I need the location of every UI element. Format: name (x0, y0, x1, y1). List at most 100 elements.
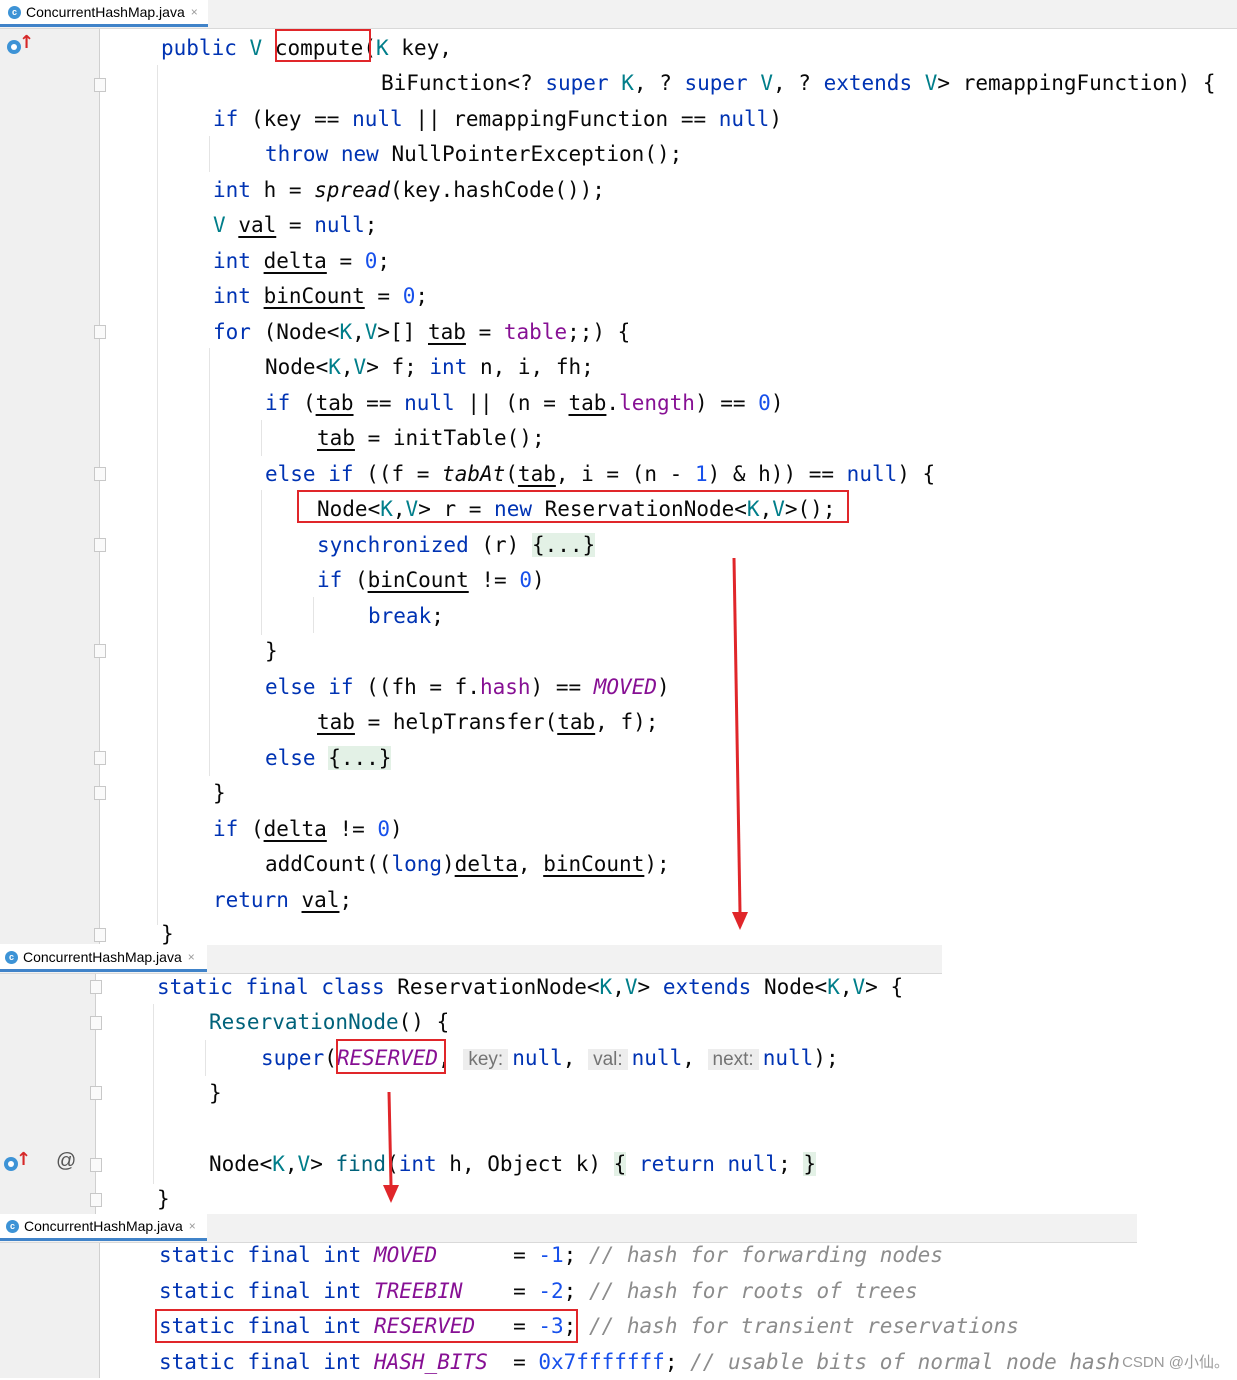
code-token: ; (563, 1279, 589, 1303)
code-token: static (159, 1350, 235, 1374)
code-token: V (249, 36, 263, 60)
fold-marker[interactable] (94, 78, 106, 92)
fold-marker[interactable] (94, 325, 106, 339)
highlight-box-reserved-constant (155, 1309, 578, 1343)
code-token: int (429, 355, 468, 379)
code-token: ) (770, 391, 784, 415)
code-token: = helpTransfer( (354, 710, 558, 734)
code-token: 0 (377, 817, 391, 841)
fold-marker[interactable] (90, 1086, 102, 1100)
fold-marker[interactable] (90, 1016, 102, 1030)
code-token: K (599, 975, 613, 999)
code-token: super (684, 71, 748, 95)
close-icon[interactable]: × (189, 1219, 196, 1233)
code-token: public (161, 36, 237, 60)
fold-marker[interactable] (90, 1193, 102, 1207)
close-icon[interactable]: × (188, 950, 195, 964)
code-token: else (265, 746, 316, 770)
indent-guide (209, 136, 210, 172)
code-line: return val; (213, 882, 352, 918)
code-token: for (213, 320, 251, 344)
code-line: } (209, 1075, 222, 1111)
code-line: else {...} (265, 740, 392, 776)
code-token: int (323, 1279, 362, 1303)
tab-file-name: ConcurrentHashMap.java (24, 1218, 183, 1234)
folded-block[interactable]: {...} (328, 746, 392, 770)
tab-file-name: ConcurrentHashMap.java (26, 4, 185, 20)
code-token: ) { (897, 462, 936, 486)
expand-marker[interactable] (94, 538, 106, 552)
code-token: null (512, 1046, 563, 1070)
code-token: null (314, 213, 365, 237)
code-token: if (265, 391, 291, 415)
code-token: ; (778, 1152, 791, 1176)
fold-marker[interactable] (94, 644, 106, 658)
code-token: 0 (519, 568, 532, 592)
indent-guide (205, 1040, 206, 1076)
code-token: int (323, 1350, 362, 1374)
folded-block[interactable]: {...} (531, 533, 596, 557)
annotation-at-icon[interactable]: @ (56, 1150, 76, 1173)
code-token: BiFunction<? (381, 71, 546, 95)
code-token: hash (479, 675, 531, 699)
code-token: Node< (751, 975, 828, 999)
code-token: K (621, 71, 634, 95)
close-icon[interactable]: × (191, 5, 198, 19)
code-token: K (272, 1152, 285, 1176)
code-line: V val = null; (213, 207, 377, 243)
code-token: () { (398, 1010, 450, 1034)
fold-marker[interactable] (94, 786, 106, 800)
code-token: ((fh = f. (353, 675, 480, 699)
indent-guide (313, 597, 314, 633)
code-token: > (637, 975, 663, 999)
code-token: ( (290, 391, 316, 415)
code-line: tab = helpTransfer(tab, f); (317, 704, 658, 740)
editor-tab-concurrenthashmap[interactable]: c ConcurrentHashMap.java × (0, 0, 208, 27)
code-token: V (297, 1152, 311, 1176)
code-token: n, i, fh; (467, 355, 594, 379)
code-token: new (340, 142, 379, 166)
code-token: if (328, 675, 354, 699)
tab-file-name: ConcurrentHashMap.java (23, 949, 182, 965)
code-token: ) (656, 675, 670, 699)
code-comment: // hash for transient reservations (588, 1314, 1019, 1338)
code-token: = (326, 249, 365, 273)
code-token: null (404, 391, 455, 415)
code-line: if (tab == null || (n = tab.length) == 0… (265, 385, 783, 421)
parameter-hint: val: (588, 1049, 628, 1070)
code-token: val (301, 888, 340, 912)
code-token: delta (454, 852, 518, 876)
fold-marker[interactable] (90, 980, 102, 994)
expand-marker[interactable] (90, 1158, 102, 1172)
code-token: 0 (758, 391, 771, 415)
indent-guide (157, 65, 158, 925)
code-token: = (500, 1279, 539, 1303)
folded-brace[interactable]: } (803, 1152, 817, 1176)
code-token: ( (238, 817, 264, 841)
code-token: >[] (377, 320, 428, 344)
expand-marker[interactable] (94, 751, 106, 765)
code-token: V (924, 71, 938, 95)
fold-marker[interactable] (94, 467, 106, 481)
code-token: final (247, 1279, 311, 1303)
code-token: ) & h)) == (707, 462, 847, 486)
folded-brace[interactable]: { (613, 1152, 627, 1176)
code-token: ; (664, 1350, 691, 1374)
fold-marker[interactable] (94, 928, 106, 942)
code-token: ) (769, 107, 782, 131)
code-token: int (398, 1152, 437, 1176)
editor-tab-concurrenthashmap[interactable]: c ConcurrentHashMap.java × (0, 945, 207, 972)
code-token: HASH_BITS (373, 1350, 488, 1374)
code-token: ; (377, 249, 391, 273)
code-token: NullPointerException(); (378, 142, 683, 166)
code-token: find (335, 1152, 387, 1176)
code-token: = (500, 1350, 539, 1374)
code-token: key, (388, 36, 452, 60)
override-arrow-icon: ↑ (19, 32, 35, 53)
code-token: , f); (595, 710, 659, 734)
